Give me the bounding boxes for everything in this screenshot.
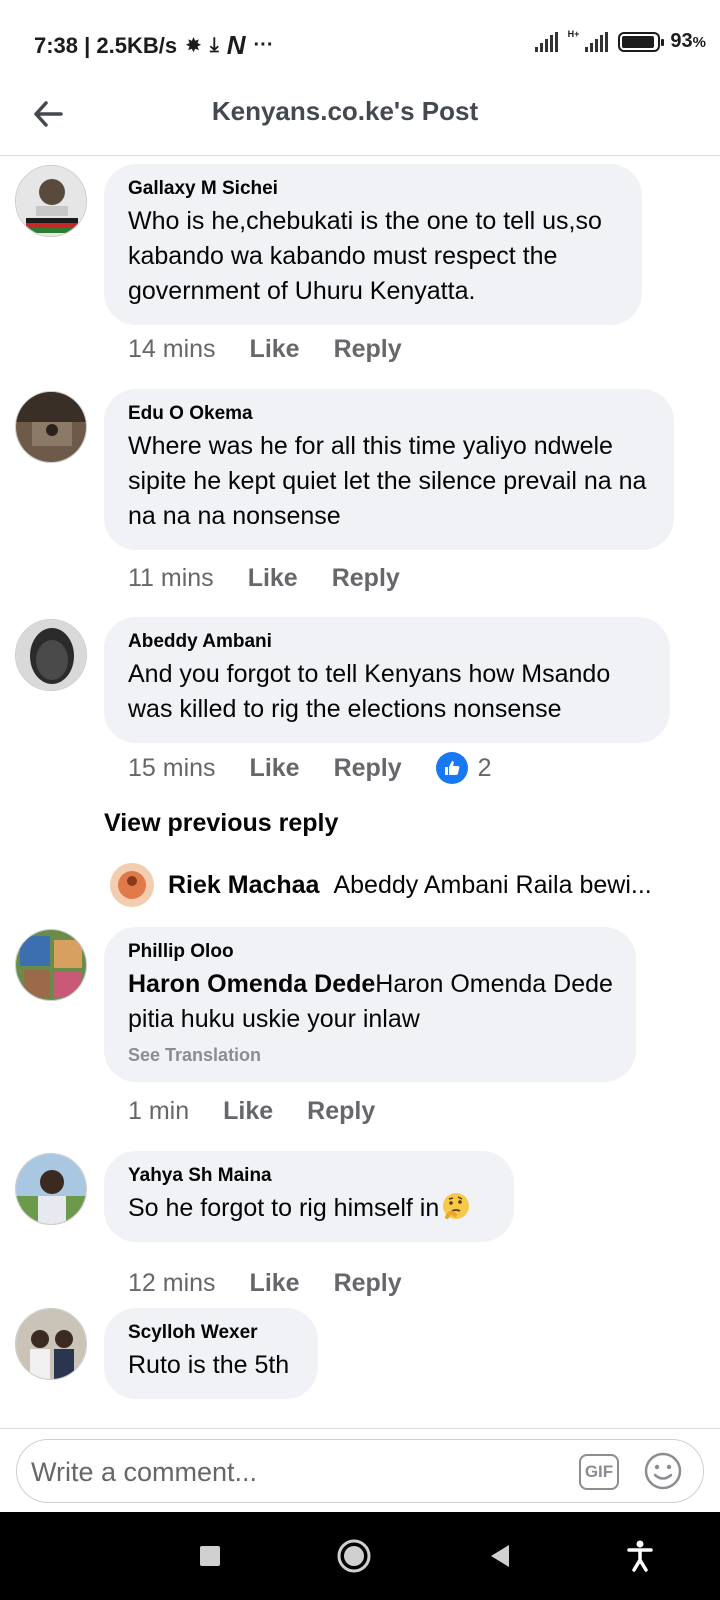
composer-box[interactable]: GIF [16, 1439, 704, 1503]
mention-link[interactable]: Haron Omenda Dede [128, 970, 375, 998]
post-header: Kenyans.co.ke's Post [0, 80, 720, 156]
comment-meta: 11 mins Like Reply [128, 564, 434, 593]
avatar-image [16, 1154, 86, 1224]
avatar-image [16, 1309, 86, 1379]
comment-bubble[interactable]: Gallaxy M Sichei Who is he,chebukati is … [104, 164, 642, 325]
comment-author[interactable]: Abeddy Ambani [128, 631, 648, 653]
comment-bubble[interactable]: Phillip Oloo Haron Omenda DedeHaron Omen… [104, 927, 636, 1082]
comment-text: And you forgot to tell Kenyans how Msand… [128, 660, 611, 723]
gif-button[interactable]: GIF [579, 1454, 619, 1490]
reaction-count: 2 [477, 753, 492, 782]
back-nav-button[interactable] [480, 1536, 520, 1576]
comment-bubble[interactable]: Edu O Okema Where was he for all this ti… [104, 389, 674, 550]
comment-composer: GIF [0, 1428, 720, 1512]
comment-author[interactable]: Edu O Okema [128, 403, 652, 425]
avatar-image [16, 392, 86, 462]
comment-text: Where was he for all this time yaliyo nd… [128, 432, 647, 530]
comment-author[interactable]: Phillip Oloo [128, 941, 614, 963]
accessibility-button[interactable] [620, 1536, 660, 1576]
comment-time[interactable]: 14 mins [128, 335, 216, 364]
smiley-icon [644, 1452, 682, 1490]
square-icon [200, 1546, 220, 1566]
comment-meta: 14 mins Like Reply [128, 335, 436, 364]
avatar[interactable] [15, 391, 87, 463]
like-button[interactable]: Like [250, 335, 300, 364]
reply-button[interactable]: Reply [332, 564, 400, 593]
comment-time[interactable]: 1 min [128, 1097, 189, 1126]
comment-meta: 1 min Like Reply [128, 1097, 409, 1126]
reply-author: Riek Machaa [168, 870, 320, 899]
signal-icon [534, 31, 558, 52]
avatar[interactable] [15, 619, 87, 691]
like-button[interactable]: Like [223, 1097, 273, 1126]
comment-input[interactable] [31, 1450, 551, 1494]
comment-text: Who is he,chebukati is the one to tell u… [128, 207, 602, 305]
comment-text: Ruto is the 5th [128, 1351, 290, 1379]
signal-2-icon [585, 31, 609, 52]
system-nav-bar [0, 1512, 720, 1600]
comment-bubble[interactable]: Abeddy Ambani And you forgot to tell Ken… [104, 617, 670, 743]
reply-preview[interactable]: Riek Machaa Abeddy Ambani Raila bewi... [110, 863, 670, 907]
comment-bubble[interactable]: Yahya Sh Maina So he forgot to rig himse… [104, 1151, 514, 1242]
like-button[interactable]: Like [248, 564, 298, 593]
like-button[interactable]: Like [250, 1269, 300, 1298]
avatar[interactable] [15, 929, 87, 1001]
avatar [110, 863, 154, 907]
page-title: Kenyans.co.ke's Post [211, 96, 479, 126]
emoji-button[interactable] [643, 1451, 683, 1491]
comment-author[interactable]: Scylloh Wexer [128, 1322, 296, 1344]
comment-meta: 15 mins Like Reply 2 [128, 752, 492, 784]
status-bar: 7:38 | 2.5KB/s ✸ ⤓ N ··· H+ 93% [0, 0, 720, 80]
comments-list[interactable]: Gallaxy M Sichei Who is he,chebukati is … [0, 157, 720, 1427]
comment-bubble[interactable]: Scylloh Wexer Ruto is the 5th [104, 1308, 318, 1399]
avatar[interactable] [15, 1308, 87, 1380]
status-time: 7:38 | 2.5KB/s [34, 32, 178, 58]
view-previous-reply-link[interactable]: View previous reply [104, 809, 338, 838]
comment-time[interactable]: 15 mins [128, 754, 216, 783]
recents-button[interactable] [190, 1536, 230, 1576]
reply-button[interactable]: Reply [307, 1097, 375, 1126]
reply-button[interactable]: Reply [334, 1269, 402, 1298]
thumbs-up-icon [435, 752, 468, 784]
reaction-summary[interactable]: 2 [435, 752, 492, 784]
comment-time[interactable]: 12 mins [128, 1269, 216, 1298]
comment-text: Haron Omenda DedeHaron Omenda Dede pitia… [128, 970, 613, 1033]
avatar-image [16, 166, 86, 236]
reply-text: Abeddy Ambani Raila bewi... [333, 870, 652, 899]
see-translation-link[interactable]: See Translation [128, 1045, 614, 1066]
avatar-image [16, 620, 86, 690]
battery-icon [618, 31, 665, 52]
battery-percent: 93% [670, 30, 706, 52]
avatar[interactable] [15, 165, 87, 237]
triangle-back-icon [491, 1545, 509, 1567]
avatar[interactable] [15, 1153, 87, 1225]
more-notifications-icon: ··· [253, 34, 274, 56]
comment-author[interactable]: Yahya Sh Maina [128, 1165, 492, 1187]
accessibility-icon [627, 1540, 653, 1572]
like-button[interactable]: Like [250, 754, 300, 783]
avatar-image [16, 930, 86, 1000]
home-circle-icon [337, 1539, 371, 1573]
comment-meta: 12 mins Like Reply [128, 1269, 436, 1298]
network-type: H+ [567, 28, 580, 39]
download-icon: ⤓ [209, 34, 219, 56]
notification-icon: ✸ [185, 35, 202, 57]
reply-button[interactable]: Reply [334, 335, 402, 364]
reply-button[interactable]: Reply [334, 754, 402, 783]
comment-time[interactable]: 11 mins [128, 564, 214, 593]
home-button[interactable] [334, 1536, 374, 1576]
comment-author[interactable]: Gallaxy M Sichei [128, 178, 620, 200]
thinking-face-icon [443, 1193, 470, 1219]
app-n-icon: N [226, 30, 246, 60]
comment-text: So he forgot to rig himself in [128, 1191, 492, 1226]
